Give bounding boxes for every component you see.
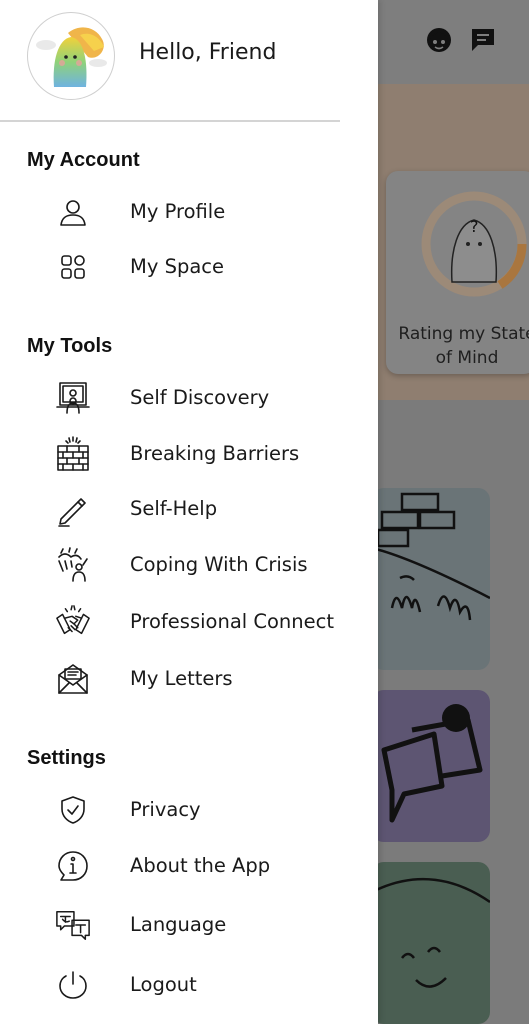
envelope-icon: [55, 661, 91, 697]
card-title: Rating my State of Mind: [398, 324, 529, 368]
menu-item-about-the-app[interactable]: About the App: [0, 844, 378, 888]
person-icon: [55, 194, 91, 230]
menu-item-my-space[interactable]: My Space: [0, 245, 378, 289]
section-title-my-tools: My Tools: [27, 335, 113, 357]
tool-tile-chat[interactable]: [372, 690, 490, 842]
storm-person-icon: [55, 547, 91, 583]
wall-illustration: [372, 492, 490, 621]
menu-label: My Space: [130, 255, 224, 278]
menu-label: Breaking Barriers: [130, 442, 300, 465]
menu-label: Language: [130, 913, 227, 936]
menu-label: Logout: [130, 973, 197, 996]
tool-tile-barriers[interactable]: [372, 488, 490, 670]
chat-bubbles-illustration: [381, 704, 483, 823]
menu-label: About the App: [130, 854, 271, 877]
menu-label: My Profile: [130, 200, 226, 223]
greeting-text: Hello, Friend: [139, 40, 277, 65]
brick-wall-icon: [55, 436, 91, 472]
handshake-icon: [55, 604, 91, 640]
info-bubble-icon: [55, 848, 91, 884]
divider: [0, 120, 340, 122]
power-icon: [55, 967, 91, 1003]
menu-label: Self Discovery: [130, 386, 270, 409]
menu-item-my-profile[interactable]: My Profile: [0, 190, 378, 234]
shield-check-icon: [55, 792, 91, 828]
svg-text:?: ?: [470, 217, 479, 236]
tool-tile-smile[interactable]: [372, 862, 490, 1024]
mirror-person-icon: [55, 380, 91, 416]
menu-label: Professional Connect: [130, 610, 335, 633]
menu-item-coping-with-crisis[interactable]: Coping With Crisis: [0, 543, 378, 587]
avatar[interactable]: [27, 12, 115, 100]
menu-item-self-discovery[interactable]: Self Discovery: [0, 376, 378, 420]
menu-item-privacy[interactable]: Privacy: [0, 788, 378, 832]
menu-label: Self-Help: [130, 497, 218, 520]
smile-illustration: [372, 877, 490, 988]
menu-label: Privacy: [130, 798, 201, 821]
menu-item-professional-connect[interactable]: Professional Connect: [0, 600, 378, 644]
grid-icon: [55, 249, 91, 285]
menu-item-breaking-barriers[interactable]: Breaking Barriers: [0, 432, 378, 476]
menu-item-logout[interactable]: Logout: [0, 963, 378, 1007]
section-title-settings: Settings: [27, 747, 106, 769]
chat-icon[interactable]: [469, 26, 497, 54]
menu-label: My Letters: [130, 667, 233, 690]
ghost-avatar-icon: [36, 27, 107, 87]
section-title-my-account: My Account: [27, 149, 140, 171]
pencil-icon: [55, 491, 91, 527]
face-icon[interactable]: [425, 26, 453, 54]
menu-item-self-help[interactable]: Self-Help: [0, 487, 378, 531]
mood-ring-icon: ?: [421, 191, 527, 297]
navigation-drawer: Hello, Friend My Account My Profile My S…: [0, 0, 378, 1024]
menu-item-language[interactable]: Language: [0, 903, 378, 947]
translate-icon: [55, 907, 91, 943]
menu-label: Coping With Crisis: [130, 553, 308, 576]
menu-item-my-letters[interactable]: My Letters: [0, 657, 378, 701]
